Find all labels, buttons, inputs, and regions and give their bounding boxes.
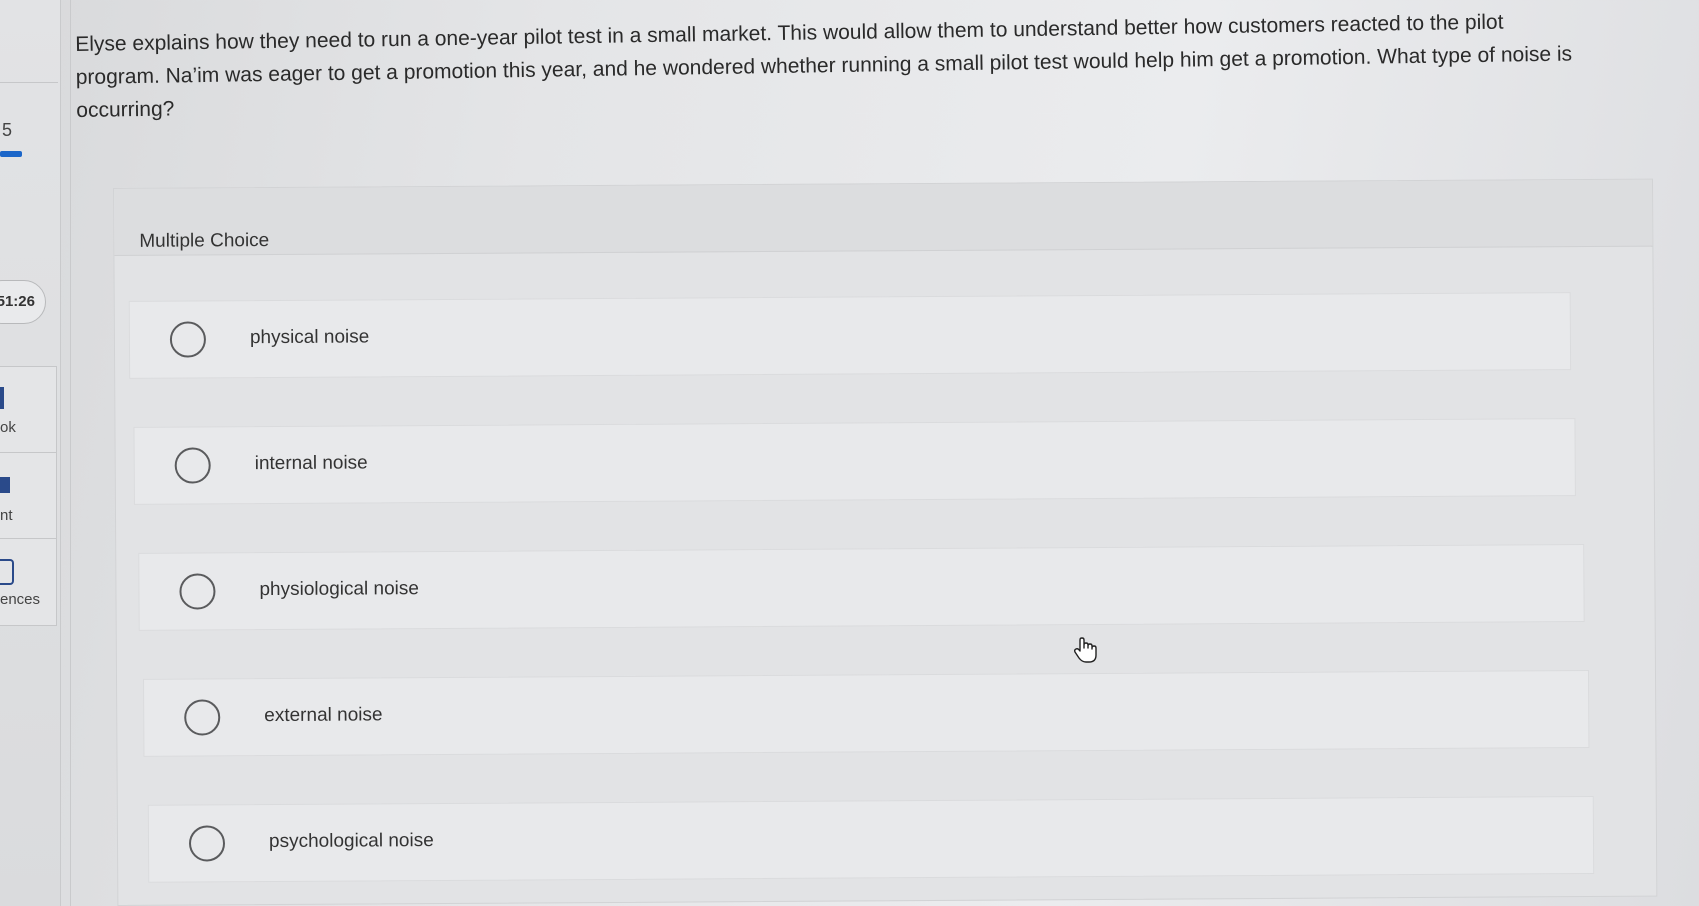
print-icon [0, 477, 10, 493]
sidebar-item-print[interactable]: nt [0, 452, 57, 540]
sidebar-item-label: nt [0, 507, 13, 524]
answer-option[interactable]: internal noise [133, 418, 1576, 505]
radio-button[interactable] [188, 825, 226, 862]
sidebar-item-label: ences [0, 591, 41, 608]
timer[interactable]: 51:26 [0, 280, 46, 324]
book-icon [0, 387, 4, 409]
multiple-choice-title: Multiple Choice [139, 230, 270, 252]
sidebar-item-references[interactable]: ences [0, 538, 57, 626]
answer-option[interactable]: psychological noise [147, 795, 1595, 883]
answer-option[interactable]: physical noise [128, 292, 1572, 379]
radio-button[interactable] [184, 699, 221, 736]
clipboard-icon [0, 559, 14, 585]
answer-option[interactable]: external noise [142, 669, 1590, 757]
answer-option[interactable]: physiological noise [138, 544, 1585, 631]
sidebar-item-ebook[interactable]: ok [0, 366, 57, 454]
radio-button[interactable] [174, 447, 211, 484]
answer-option-label: psychological noise [268, 830, 434, 853]
answer-option-label: physical noise [249, 326, 370, 349]
radio-button[interactable] [169, 321, 207, 358]
hand-pointer-icon [1073, 637, 1097, 663]
answer-option-label: external noise [264, 704, 383, 727]
question-progress-indicator [0, 151, 22, 157]
answer-option-label: internal noise [254, 452, 368, 475]
multiple-choice-header: Multiple Choice [114, 179, 1653, 256]
sidebar-top-section [0, 0, 58, 83]
radio-button[interactable] [179, 573, 216, 610]
left-sidebar: 5 51:26 ok nt ences [0, 0, 61, 906]
sidebar-item-label: ok [0, 419, 16, 436]
question-text: Elyse explains how they need to run a on… [75, 10, 1573, 122]
question-number: 5 [2, 120, 13, 140]
multiple-choice-card: Multiple Choice physical noise internal … [113, 178, 1658, 906]
question-panel: Elyse explains how they need to run a on… [70, 0, 1699, 906]
answer-option-label: physiological noise [259, 578, 420, 601]
